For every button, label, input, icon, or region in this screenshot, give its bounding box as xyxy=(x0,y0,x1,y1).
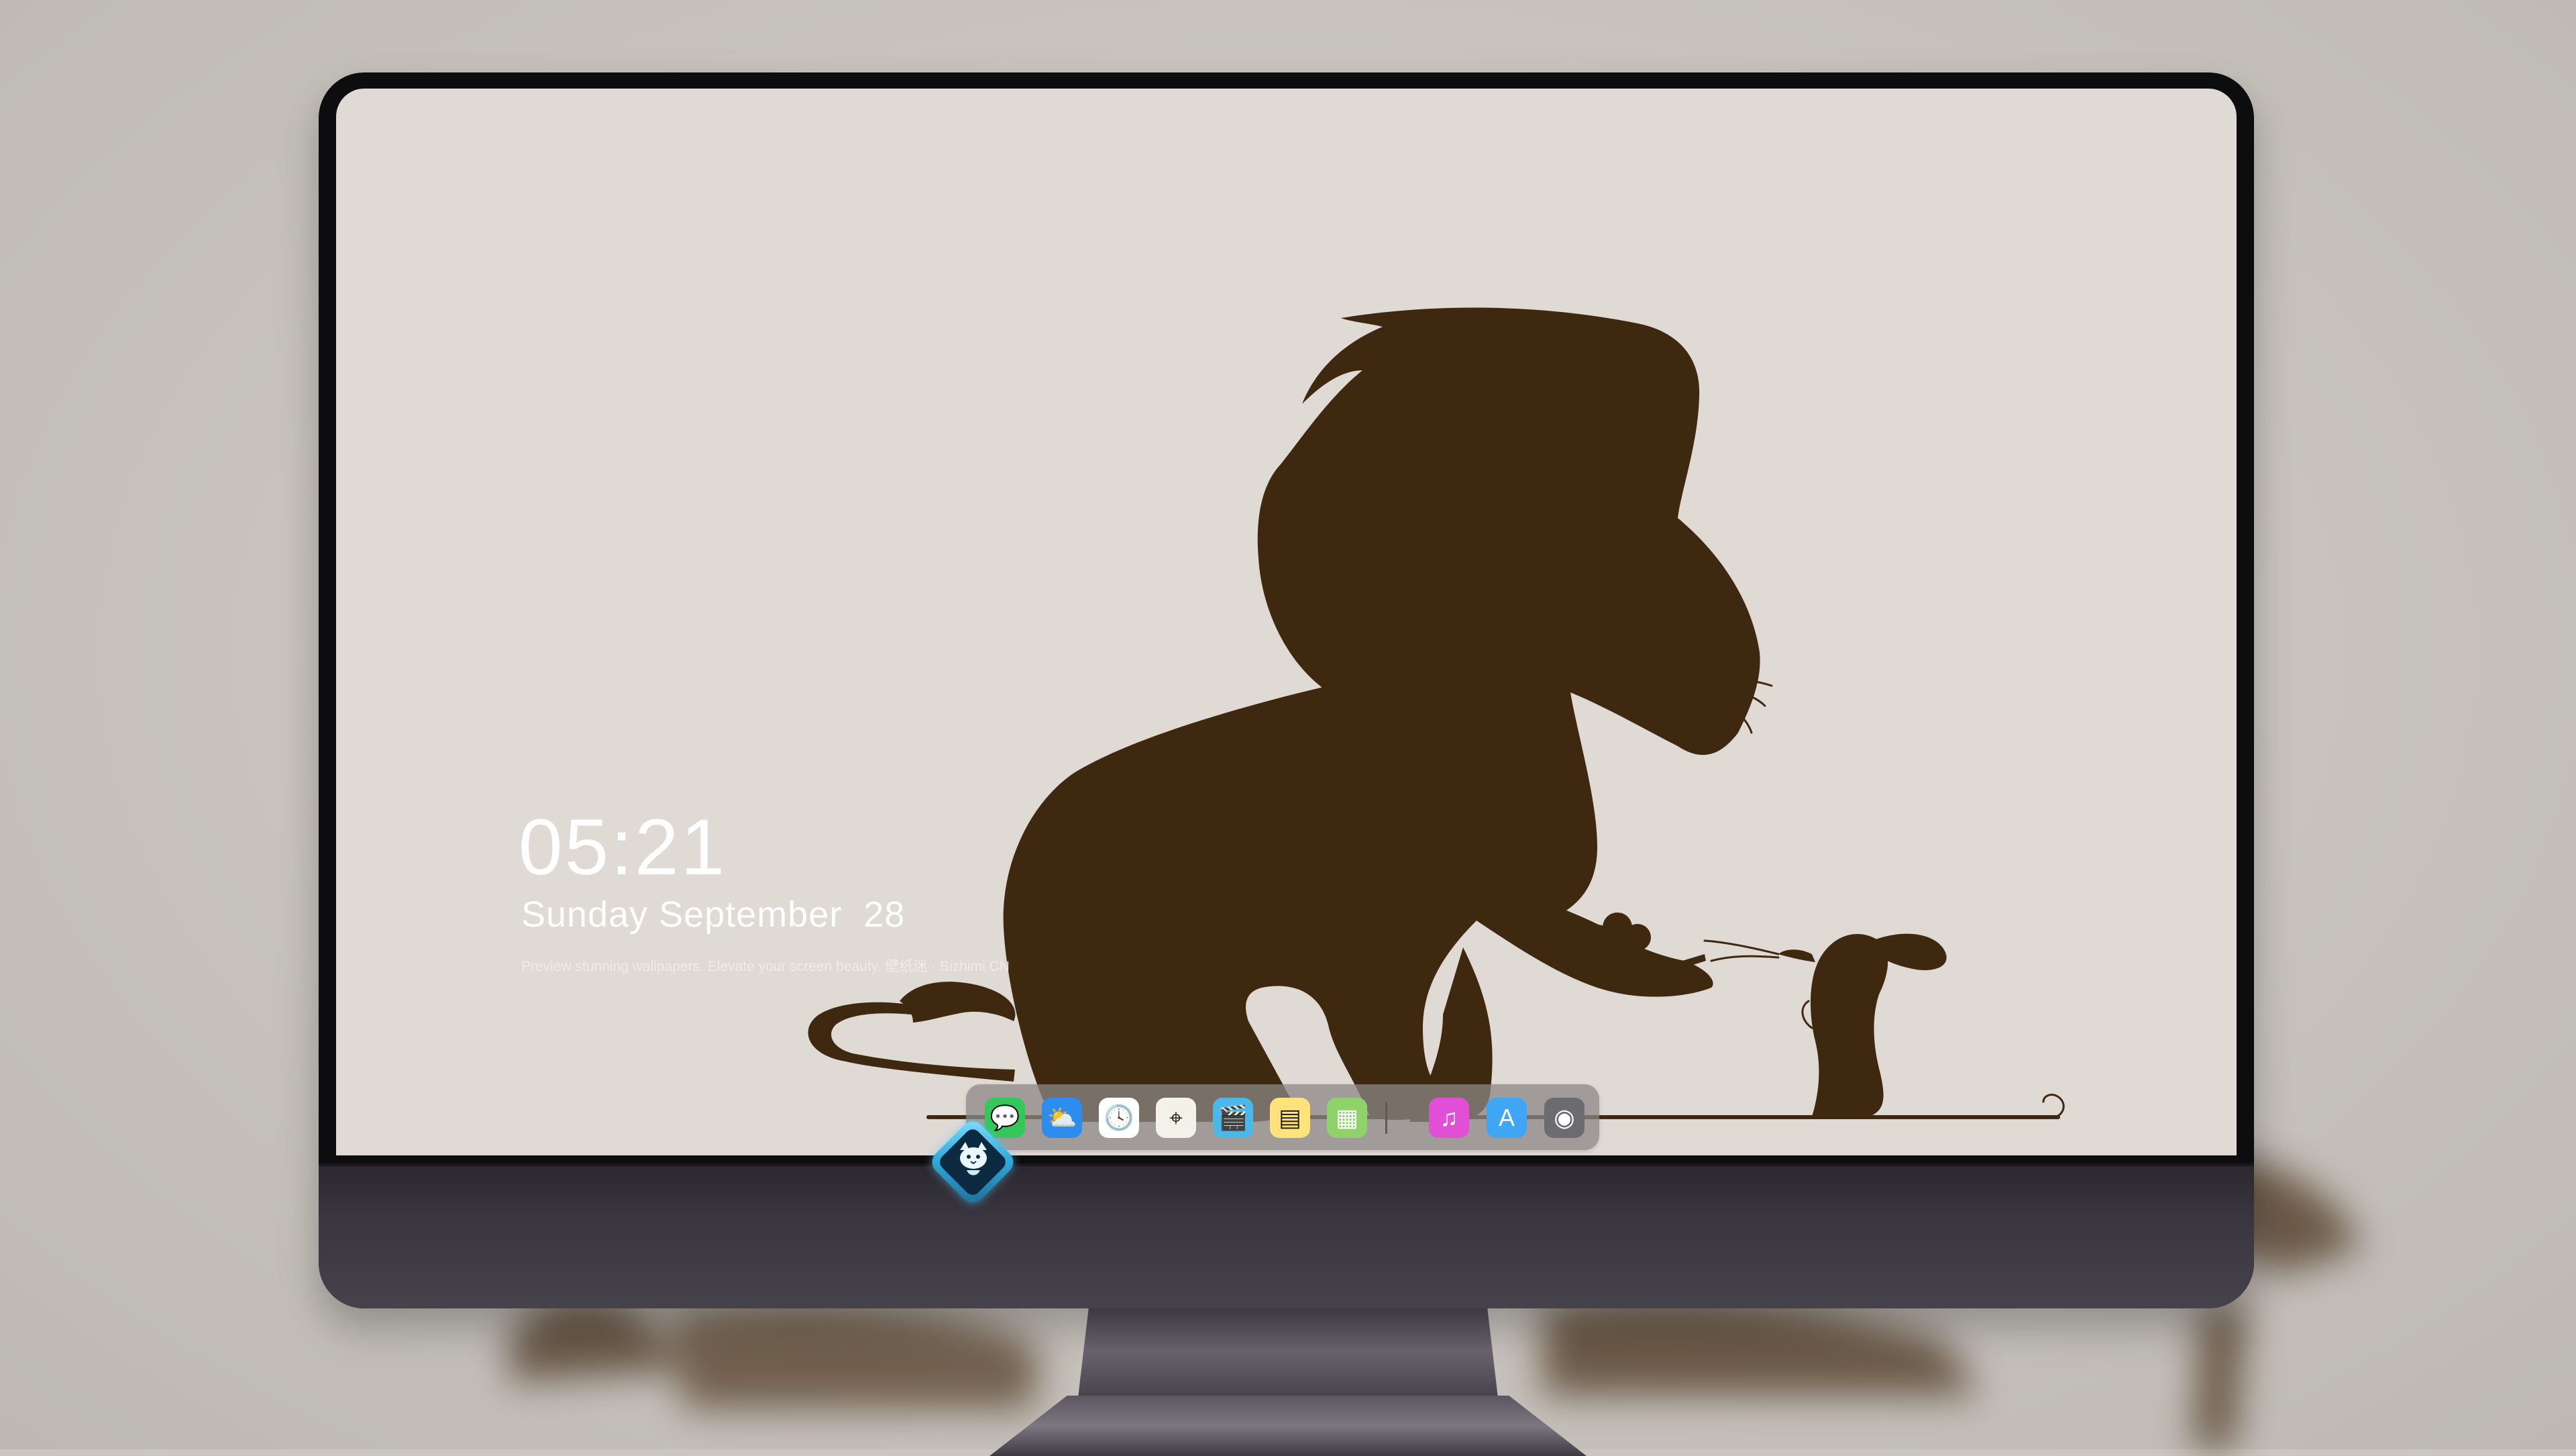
monitor-chin xyxy=(319,1166,2254,1308)
lion-mouse-wallpaper xyxy=(808,307,2065,1122)
photos-app-icon[interactable]: ▦ xyxy=(1327,1098,1367,1138)
clips-icon[interactable]: 🎬 xyxy=(1213,1098,1253,1138)
dock: 💬 ⛅ 🕓 ⌖ 🎬 ▤ ▦ ♫ A ◉ xyxy=(966,1084,1599,1150)
cat-face-icon xyxy=(960,1142,987,1176)
monitor: 05:21 Sunday September 28 Preview stunni… xyxy=(319,72,2254,1308)
lock-screen-time: 05:21 xyxy=(519,803,727,892)
itunes-icon[interactable]: ♫ xyxy=(1429,1098,1469,1138)
notes-icon[interactable]: ▤ xyxy=(1270,1098,1310,1138)
clock-icon[interactable]: 🕓 xyxy=(1099,1098,1139,1138)
camera-icon[interactable]: ◉ xyxy=(1544,1098,1585,1138)
dock-separator xyxy=(1385,1102,1387,1134)
wallpaper-caption: Preview stunning wallpapers. Elevate you… xyxy=(521,959,1010,974)
monitor-stand-base xyxy=(989,1396,1587,1456)
messages-icon[interactable]: 💬 xyxy=(985,1098,1025,1138)
desktop-screen: 05:21 Sunday September 28 Preview stunni… xyxy=(336,89,2237,1155)
monitor-stand-neck xyxy=(1077,1302,1499,1409)
app-store-icon[interactable]: A xyxy=(1487,1098,1527,1138)
maps-icon[interactable]: ⌖ xyxy=(1156,1098,1196,1138)
weather-icon[interactable]: ⛅ xyxy=(1042,1098,1082,1138)
lock-screen-date: Sunday September 28 xyxy=(521,894,906,935)
